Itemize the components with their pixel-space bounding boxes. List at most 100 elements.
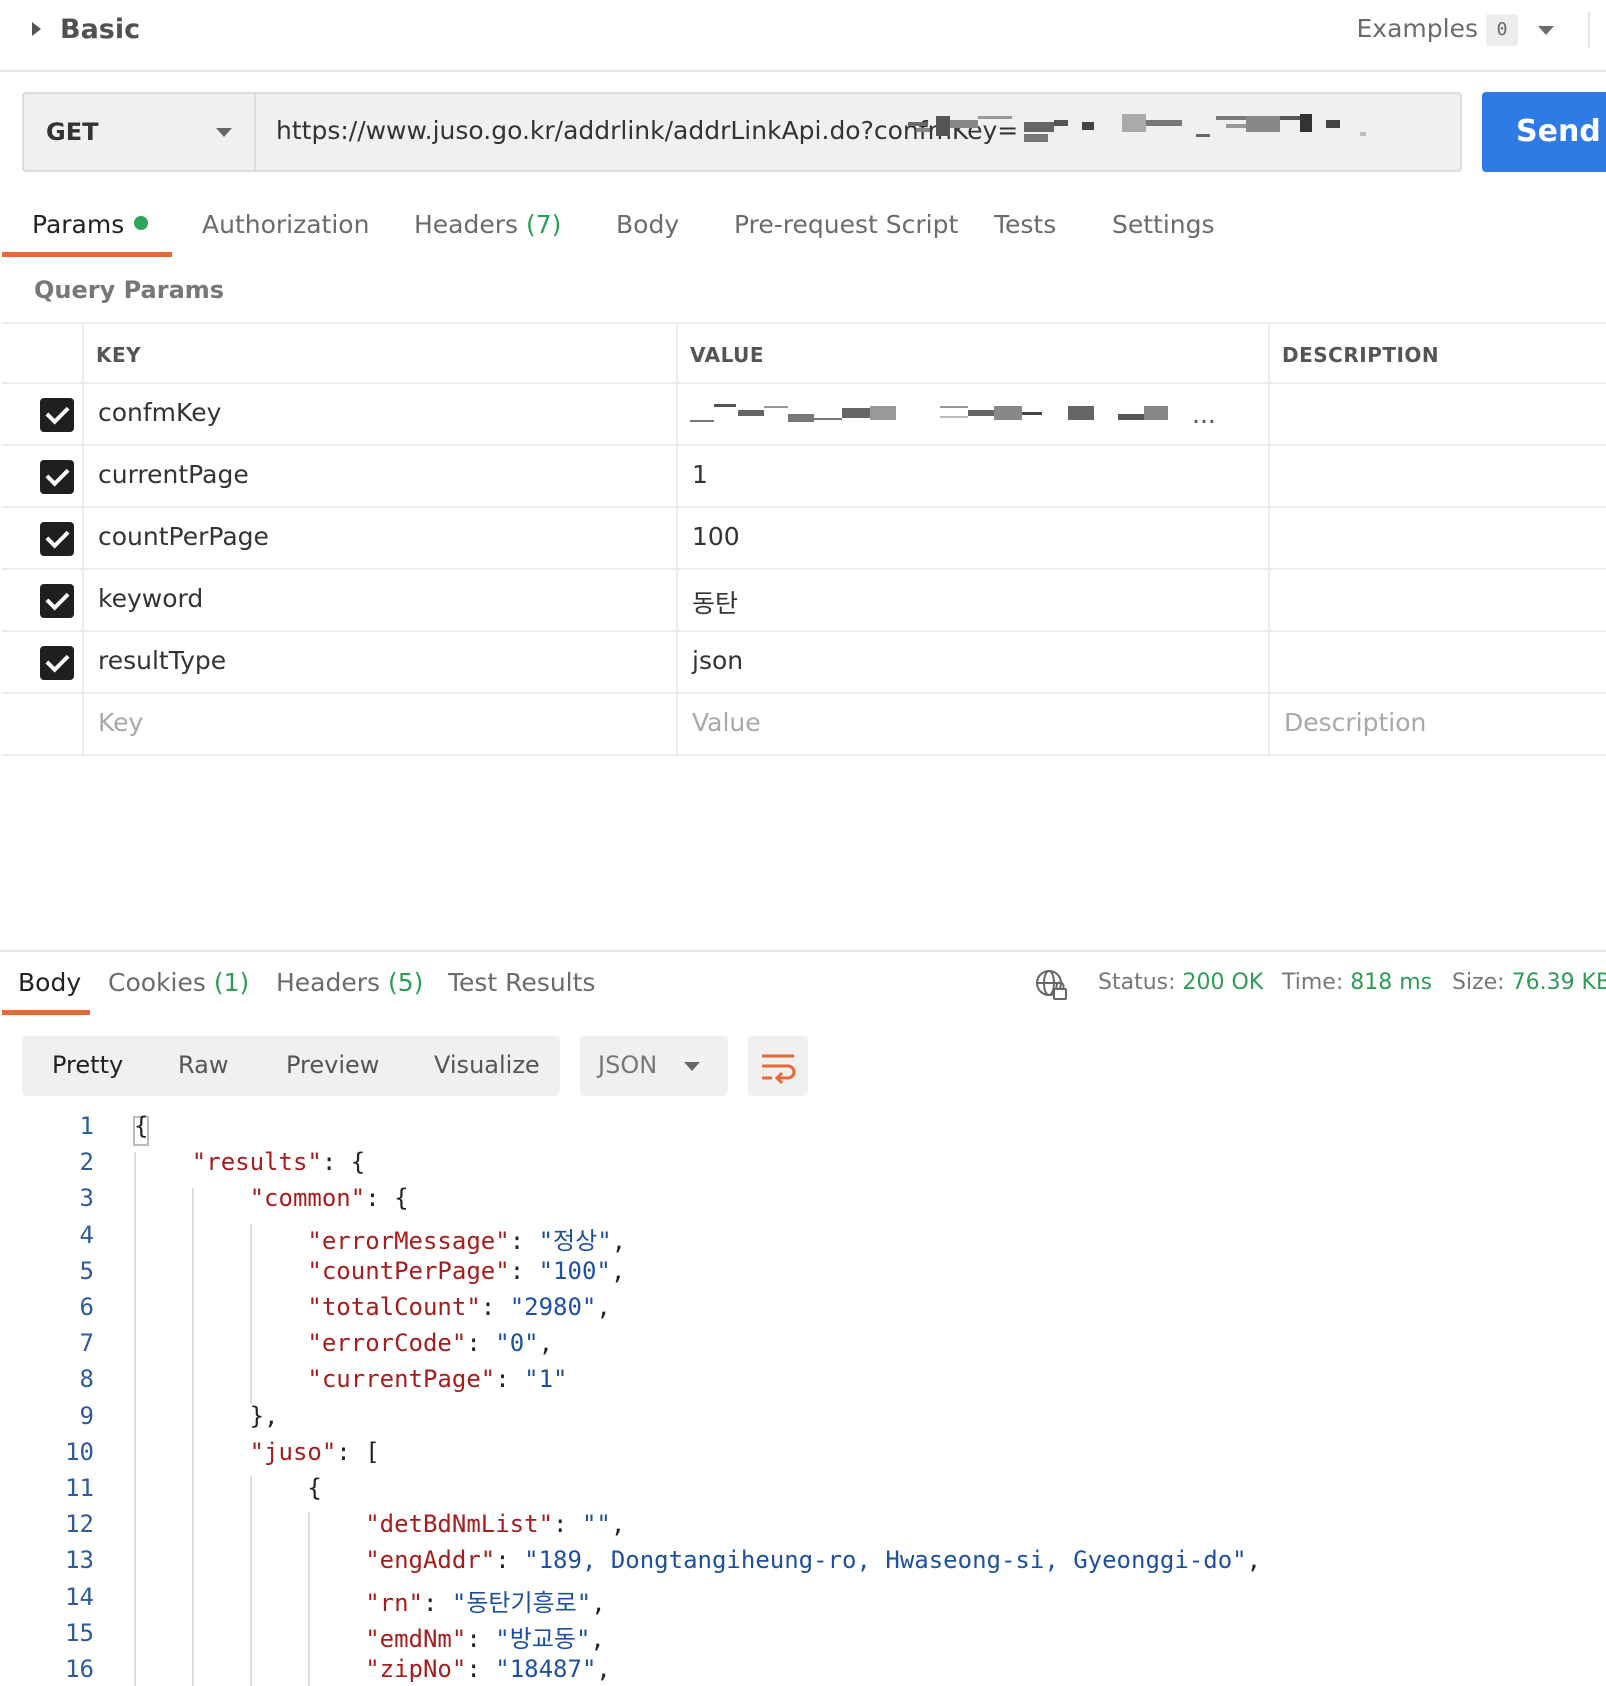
code-line: 13 "engAddr": "189, Dongtangiheung-ro, H… (0, 1546, 1606, 1582)
code-line: 4 "errorMessage": "정상", (0, 1221, 1606, 1257)
response-body-editor[interactable]: 1{2 "results": {3 "common": {4 "errorMes… (0, 1112, 1606, 1686)
tab-label: Tests (994, 210, 1057, 239)
checkbox-cell (2, 694, 82, 756)
key-cell[interactable]: currentPage (82, 446, 676, 508)
key-placeholder: Key (98, 708, 144, 737)
header-cell: VALUE (676, 324, 1268, 386)
line-number: 2 (79, 1148, 94, 1177)
key-cell[interactable]: countPerPage (82, 508, 676, 570)
param-key: currentPage (98, 460, 249, 489)
value-cell[interactable]: 1 (676, 446, 1268, 508)
view-visualize-button[interactable]: Visualize (434, 1051, 540, 1079)
row-checkbox[interactable] (40, 646, 74, 680)
code-text: "currentPage": "1" (307, 1365, 568, 1394)
description-cell[interactable] (1268, 384, 1606, 446)
row-checkbox[interactable] (40, 398, 74, 432)
description-cell[interactable] (1268, 508, 1606, 570)
code-text: "countPerPage": "100", (307, 1256, 626, 1285)
checkbox-cell (2, 384, 82, 446)
response-tab-body[interactable]: Body (18, 968, 81, 997)
format-select[interactable]: JSON (580, 1036, 728, 1096)
line-number: 10 (65, 1437, 94, 1466)
tab-label: Headers (276, 968, 381, 997)
param-key: keyword (98, 584, 204, 613)
tab-tests[interactable]: Tests (994, 210, 1056, 239)
examples-label[interactable]: Examples (1357, 14, 1478, 43)
tab-label: Cookies (108, 968, 206, 997)
code-line: 6 "totalCount": "2980", (0, 1293, 1606, 1329)
key-cell[interactable]: confmKey (82, 384, 676, 446)
url-input[interactable]: https://www.juso.go.kr/addrlink/addrLink… (254, 92, 1462, 172)
checkbox-cell (2, 446, 82, 508)
code-line: 10 "juso": [ (0, 1438, 1606, 1474)
wrap-lines-icon[interactable] (748, 1036, 808, 1096)
format-label: JSON (598, 1051, 658, 1079)
tab-count: (1) (213, 968, 250, 997)
size-value[interactable]: 76.39 KB (1512, 970, 1606, 995)
description-cell[interactable] (1268, 570, 1606, 632)
tab-label: Headers (414, 210, 519, 239)
method-select[interactable]: GET (22, 92, 254, 172)
tab-body[interactable]: Body (616, 210, 679, 239)
code-text: "engAddr": "189, Dongtangiheung-ro, Hwas… (365, 1546, 1262, 1575)
column-header-description: DESCRIPTION (1282, 343, 1440, 367)
value-cell[interactable]: json (676, 632, 1268, 694)
view-preview-button[interactable]: Preview (286, 1051, 379, 1079)
value-cell[interactable]: 동탄 (676, 570, 1268, 632)
collapse-caret-icon[interactable] (32, 22, 41, 36)
row-checkbox[interactable] (40, 460, 74, 494)
globe-lock-icon[interactable] (1034, 968, 1068, 1002)
table-header-row: KEY VALUE DESCRIPTION (2, 322, 1606, 386)
description-cell[interactable] (1268, 632, 1606, 694)
tab-settings[interactable]: Settings (1112, 210, 1215, 239)
size-stat: Size: 76.39 KB (1452, 970, 1606, 995)
tab-params[interactable]: Params (32, 210, 149, 239)
time-label: Time: (1282, 970, 1344, 995)
code-line: 1{ (0, 1112, 1606, 1148)
method-label: GET (46, 118, 99, 146)
tab-pre-request-script[interactable]: Pre-request Script (734, 210, 958, 239)
line-number: 16 (65, 1655, 94, 1683)
code-line: 16 "zipNo": "18487", (0, 1655, 1606, 1686)
view-pretty-button[interactable]: Pretty (52, 1051, 123, 1079)
value-cell[interactable]: Value (676, 694, 1268, 756)
tab-headers[interactable]: Headers (7) (414, 210, 561, 239)
row-checkbox[interactable] (40, 522, 74, 556)
chevron-down-icon (684, 1062, 700, 1071)
view-raw-button[interactable]: Raw (178, 1051, 228, 1079)
header-cell (2, 324, 82, 386)
line-number: 15 (65, 1618, 94, 1647)
response-tab-test-results[interactable]: Test Results (448, 968, 595, 997)
request-title[interactable]: Basic (60, 14, 140, 45)
tab-count: (5) (388, 968, 424, 997)
param-value: 100 (692, 522, 740, 551)
pane-divider[interactable] (0, 950, 1606, 952)
tab-authorization[interactable]: Authorization (202, 210, 369, 239)
code-text: "errorMessage": "정상", (307, 1226, 627, 1255)
description-cell[interactable] (1268, 446, 1606, 508)
key-cell[interactable]: resultType (82, 632, 676, 694)
line-number: 7 (79, 1329, 94, 1358)
tab-label: Authorization (202, 210, 370, 239)
row-checkbox[interactable] (40, 584, 74, 618)
tab-label: Settings (1112, 210, 1215, 239)
key-cell[interactable]: Key (82, 694, 676, 756)
status-stat: Status: 200 OK (1098, 970, 1263, 995)
send-button[interactable]: Send (1482, 92, 1606, 172)
value-ellipsis: ... (1192, 400, 1216, 429)
param-key: resultType (98, 646, 227, 675)
code-line: 2 "results": { (0, 1148, 1606, 1184)
table-row: currentPage 1 (2, 446, 1606, 508)
params-table: KEY VALUE DESCRIPTION confmKey ... curre… (2, 322, 1606, 756)
key-cell[interactable]: keyword (82, 570, 676, 632)
status-value[interactable]: 200 OK (1183, 970, 1264, 995)
value-cell[interactable]: ... (676, 384, 1268, 446)
value-cell[interactable]: 100 (676, 508, 1268, 570)
response-tab-headers[interactable]: Headers (5) (276, 968, 423, 997)
code-line: 9 }, (0, 1402, 1606, 1438)
checkbox-cell (2, 632, 82, 694)
description-cell[interactable]: Description (1268, 694, 1606, 756)
response-tab-cookies[interactable]: Cookies (1) (108, 968, 249, 997)
examples-dropdown-icon[interactable] (1538, 26, 1554, 35)
time-value[interactable]: 818 ms (1350, 970, 1432, 995)
